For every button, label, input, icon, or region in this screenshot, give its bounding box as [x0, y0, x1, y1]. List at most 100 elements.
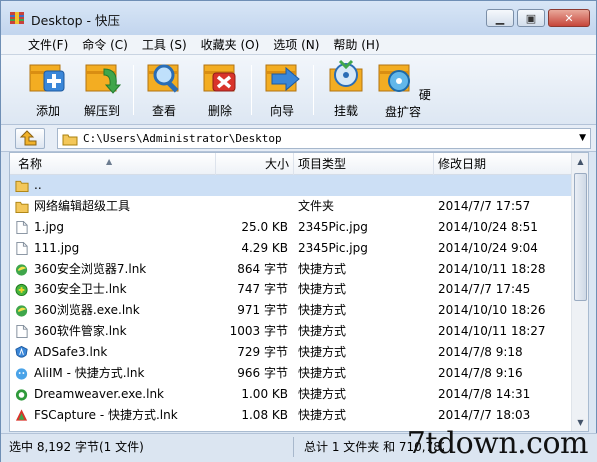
disk-expand-button[interactable]: 硬盘扩容 — [375, 59, 431, 120]
table-row[interactable]: 360浏览器.exe.lnk 971 字节 快捷方式 2014/10/10 18:26 — [10, 300, 572, 321]
table-row[interactable]: 1.jpg 25.0 KB 2345Pic.jpg 2014/10/24 8:51 — [10, 217, 572, 238]
file-size: 971 字节 — [237, 303, 288, 318]
mount-disk-icon — [329, 59, 363, 92]
toolbar-separator — [313, 65, 314, 115]
table-row[interactable]: Dreamweaver.exe.lnk 1.00 KB 快捷方式 2014/7/8 1… — [10, 384, 572, 405]
column-header-modified[interactable]: 修改日期 — [434, 153, 572, 175]
file-name: Dreamweaver.exe.lnk — [34, 386, 165, 401]
up-folder-button[interactable] — [15, 128, 45, 149]
column-size-label: 大小 — [264, 157, 289, 171]
menu-favorites[interactable]: 收藏夹 (O) — [194, 35, 267, 54]
file-type: 快捷方式 — [298, 303, 347, 318]
table-row[interactable]: AliIM - 快捷方式.lnk 966 字节 快捷方式 2014/7/8 9:16 — [10, 363, 572, 384]
file-size: 1003 字节 — [229, 324, 288, 339]
add-label: 添加 — [35, 104, 60, 118]
file-size: 864 字节 — [237, 261, 288, 276]
menu-command[interactable]: 命令 (C) — [75, 35, 135, 54]
column-name-label: 名称 — [18, 157, 43, 171]
file-size: 1.08 KB — [241, 407, 288, 422]
delete-label: 删除 — [207, 104, 232, 118]
file-type: 快捷方式 — [298, 282, 347, 297]
view-button[interactable]: 查看 — [141, 59, 187, 119]
file-name: 360软件管家.lnk — [34, 324, 127, 339]
file-icon — [16, 241, 28, 255]
delete-button[interactable]: 删除 — [197, 59, 243, 119]
table-row[interactable]: 111.jpg 4.29 KB 2345Pic.jpg 2014/10/24 9:04 — [10, 238, 572, 259]
dreamweaver-icon — [15, 389, 28, 401]
disk-expand-icon — [378, 64, 411, 92]
file-size: 25.0 KB — [241, 219, 288, 234]
list-header: 名称 ▲ 大小 项目类型 修改日期 — [10, 153, 588, 175]
column-modified-label: 修改日期 — [438, 157, 487, 171]
column-type-label: 项目类型 — [298, 157, 347, 171]
file-modified: 2014/10/24 8:51 — [438, 219, 538, 234]
file-type: 快捷方式 — [298, 324, 347, 339]
parent-directory-row[interactable]: .. — [10, 175, 572, 196]
chevron-down-icon[interactable]: ▼ — [579, 133, 586, 143]
file-name: AliIM - 快捷方式.lnk — [34, 366, 145, 381]
up-arrow-icon — [19, 130, 37, 146]
sort-ascending-icon: ▲ — [106, 157, 113, 166]
add-button[interactable]: 添加 — [21, 59, 75, 119]
file-modified: 2014/7/8 9:16 — [438, 366, 523, 381]
file-size: 966 字节 — [237, 366, 288, 381]
menu-file[interactable]: 文件(F) — [21, 35, 75, 54]
file-modified: 2014/10/10 18:26 — [438, 303, 546, 318]
file-modified: 2014/10/24 9:04 — [438, 240, 538, 255]
file-name: 360安全卫士.lnk — [34, 282, 127, 297]
extract-to-button[interactable]: 解压到 — [79, 59, 125, 119]
status-bar: 选中 8,192 字节(1 文件) 总计 1 文件夹 和 710,782 7td… — [1, 426, 597, 462]
menu-bar: 文件(F) 命令 (C) 工具 (S) 收藏夹 (O) 选项 (N) 帮助 (H… — [1, 35, 596, 55]
minimize-button[interactable]: ▁ — [486, 9, 514, 27]
file-name: 111.jpg — [34, 240, 80, 255]
toolbar-separator — [251, 65, 252, 115]
file-type: 快捷方式 — [298, 261, 347, 276]
delete-icon — [203, 64, 236, 92]
file-list: 名称 ▲ 大小 项目类型 修改日期 .. 网络编辑超级工具 文件夹 2014/7/7 … — [9, 152, 589, 432]
file-size — [210, 196, 288, 217]
address-input[interactable]: C:\Users\Administrator\Desktop ▼ — [57, 128, 591, 149]
mount-button[interactable]: 挂载 — [323, 59, 369, 119]
menu-help[interactable]: 帮助 (H) — [326, 35, 386, 54]
menu-options[interactable]: 选项 (N) — [266, 35, 326, 54]
app-logo-icon — [10, 12, 24, 24]
file-rows: .. 网络编辑超级工具 文件夹 2014/7/7 17:57 1.jpg 25.0 KB 2… — [10, 175, 572, 426]
file-type: 快捷方式 — [298, 345, 347, 360]
table-row[interactable]: 360安全浏览器7.lnk 864 字节 快捷方式 2014/10/11 18:28 — [10, 259, 572, 280]
wizard-arrow-icon — [265, 64, 300, 92]
file-name: 网络编辑超级工具 — [34, 198, 131, 213]
file-type: 快捷方式 — [298, 366, 347, 381]
file-size: 1.00 KB — [241, 386, 288, 401]
add-icon — [29, 64, 65, 92]
table-row[interactable]: FSCapture - 快捷方式.lnk 1.08 KB 快捷方式 2014/7/7 … — [10, 405, 572, 426]
file-size: 4.29 KB — [241, 240, 288, 255]
table-row[interactable]: ADSafe3.lnk 729 字节 快捷方式 2014/7/8 9:18 — [10, 342, 572, 363]
file-icon — [16, 220, 28, 234]
wizard-button[interactable]: 向导 — [259, 59, 305, 119]
maximize-icon: ▣ — [525, 11, 537, 25]
file-name: FSCapture - 快捷方式.lnk — [34, 407, 178, 422]
mount-label: 挂载 — [333, 104, 358, 118]
scroll-up-icon[interactable]: ▲ — [573, 153, 588, 170]
file-type: 文件夹 — [298, 198, 335, 213]
file-name: 360安全浏览器7.lnk — [34, 261, 147, 276]
scrollbar-thumb[interactable] — [574, 173, 587, 301]
menu-tools[interactable]: 工具 (S) — [135, 35, 194, 54]
file-modified: 2014/7/7 17:45 — [438, 282, 531, 297]
close-button[interactable]: ✕ — [548, 9, 590, 27]
column-header-size[interactable]: 大小 — [216, 153, 294, 175]
file-name: .. — [34, 178, 42, 192]
column-header-type[interactable]: 项目类型 — [294, 153, 434, 175]
file-modified: 2014/10/11 18:27 — [438, 324, 546, 339]
file-type: 2345Pic.jpg — [298, 240, 368, 255]
wizard-label: 向导 — [269, 104, 294, 118]
file-modified: 2014/7/7 17:57 — [438, 198, 531, 213]
status-selection: 选中 8,192 字节(1 文件) — [9, 440, 144, 454]
table-row[interactable]: 360软件管家.lnk 1003 字节 快捷方式 2014/10/11 18:27 — [10, 321, 572, 342]
adsafe-icon — [15, 346, 28, 358]
vertical-scrollbar[interactable]: ▲ ▼ — [571, 153, 588, 431]
table-row[interactable]: 网络编辑超级工具 文件夹 2014/7/7 17:57 — [10, 196, 572, 217]
maximize-button[interactable]: ▣ — [517, 9, 545, 27]
column-header-name[interactable]: 名称 ▲ — [10, 153, 216, 175]
table-row[interactable]: 360安全卫士.lnk 747 字节 快捷方式 2014/7/7 17:45 — [10, 279, 572, 300]
